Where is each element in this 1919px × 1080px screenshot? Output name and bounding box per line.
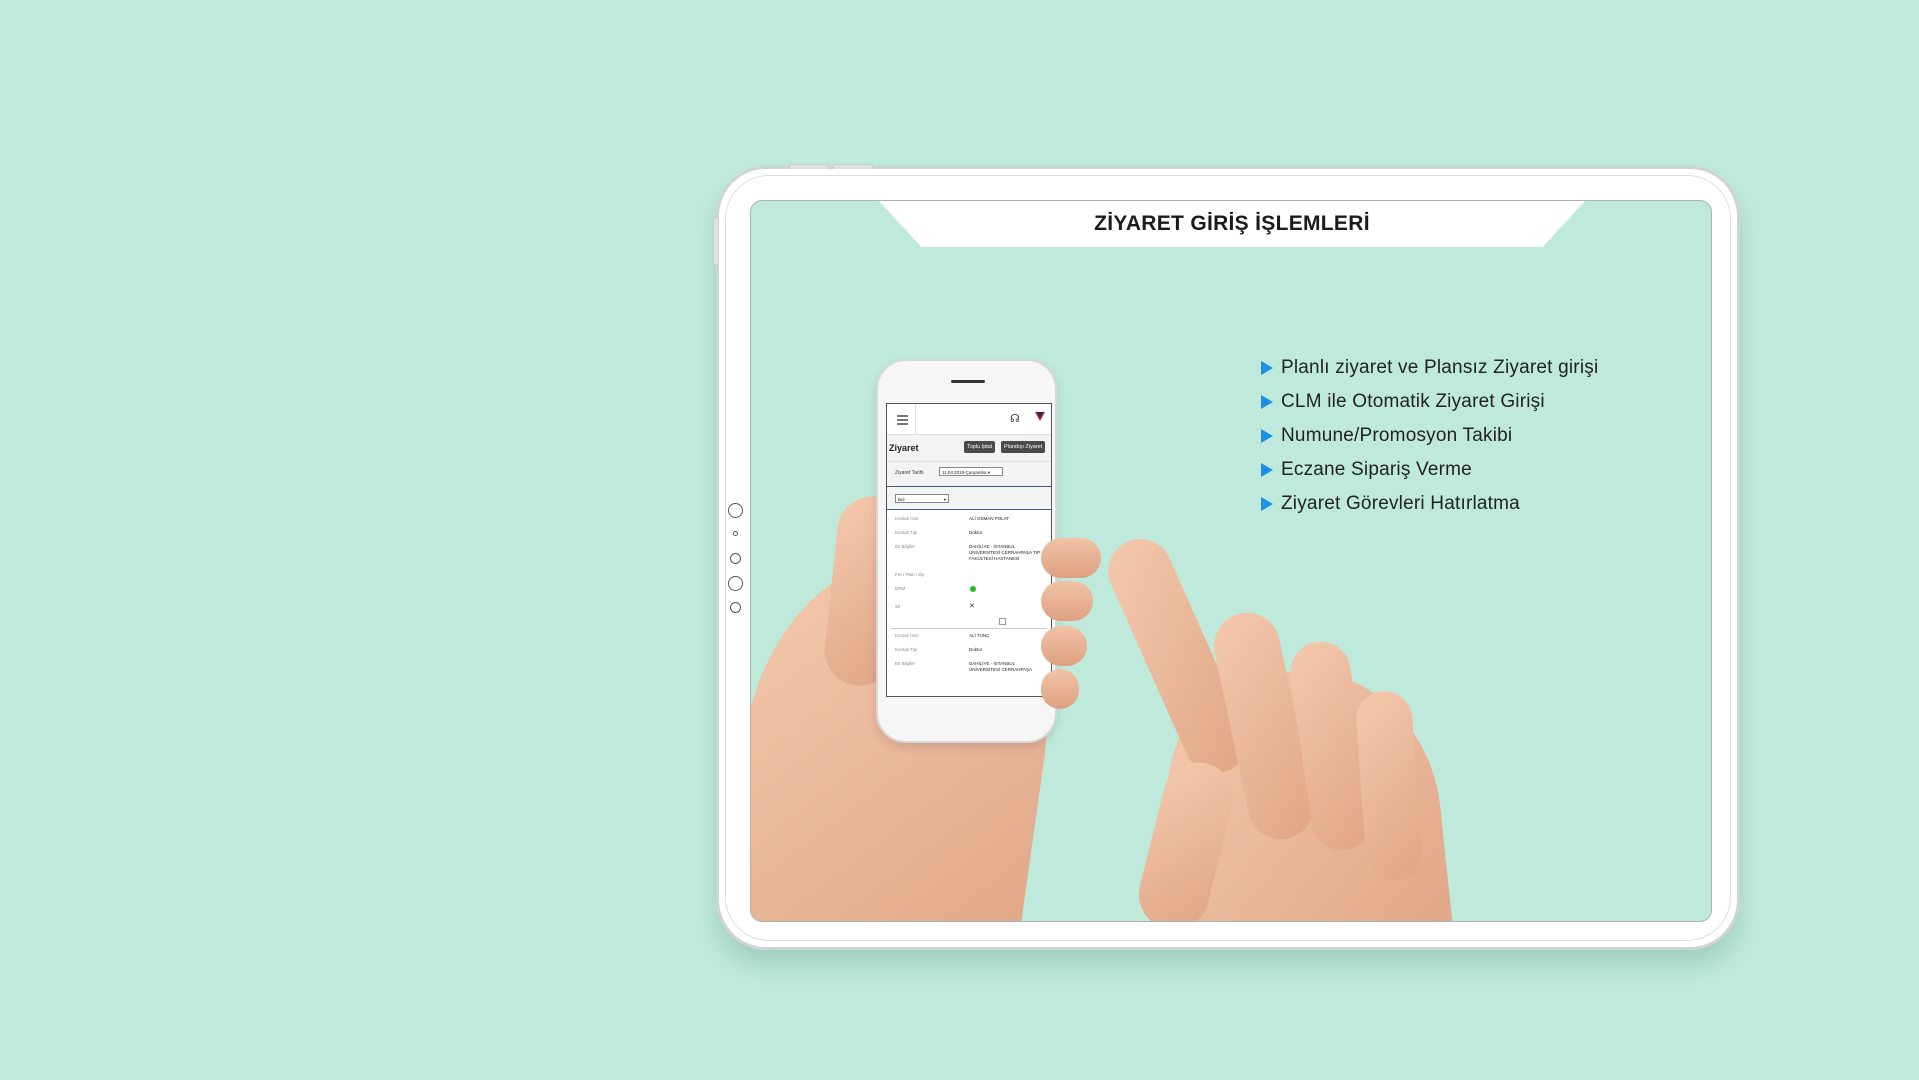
left-hand-finger-image [1041,626,1087,666]
hamburger-icon[interactable] [897,415,908,427]
title-banner: ZİYARET GİRİŞ İŞLEMLERİ [879,201,1585,247]
left-hand-finger-image [1041,538,1101,578]
list-item: Ek Bilgiler DAHİLİYE - İSTANBUL ÜNİVERSİ… [895,661,1033,672]
app-topbar: ☊ [887,404,1051,435]
play-arrow-icon [1261,497,1273,511]
visit-list: Kontak İsmi ALİ OSMAN POLAT Kontak Tipi … [887,510,1051,687]
play-arrow-icon [1261,361,1273,375]
date-select[interactable]: 11.04.2018-Çarşamba ▾ [939,467,1003,476]
feature-item: Numune/Promosyon Takibi [1261,419,1598,453]
brand-logo-inner-icon [1037,412,1043,418]
list-item: DRM [887,584,1051,602]
list-item: Ek Bilgiler DAHİLİYE - İSTANBUL ÜNİVERSİ… [895,544,1041,561]
tablet-sensor-icon [728,576,743,591]
select-checkbox[interactable] [999,618,1006,625]
list-item: Kontak İsmi ALİ TUNÇ [895,633,990,638]
date-filter-row: Ziyaret Tarihi 11.04.2018-Çarşamba ▾ [887,462,1051,487]
feature-item: Planlı ziyaret ve Plansız Ziyaret girişi [1261,351,1598,385]
app-header: Ziyaret Toplu İptal Plandışı Ziyaret [887,435,1051,462]
list-item: Fre / Plan / Ziy [895,572,925,577]
play-arrow-icon [1261,395,1273,409]
tablet-camera-icon [730,553,741,564]
phone-screen: ☊ Ziyaret Toplu İptal Plandışı Ziyaret Z… [886,403,1052,697]
unplanned-visit-button[interactable]: Plandışı Ziyaret [1001,441,1046,453]
date-label: Ziyaret Tarihi [895,470,924,476]
play-arrow-icon [1261,429,1273,443]
filter-select[interactable]: Bul ▾ [895,494,949,503]
left-hand-finger-image [1041,669,1079,709]
tablet-side-button [713,217,718,265]
tablet-screen: ZİYARET GİRİŞ İŞLEMLERİ ☊ Ziyaret Toplu … [750,200,1712,922]
tablet-sensor-icon [733,531,738,536]
play-arrow-icon [1261,463,1273,477]
feature-item: Ziyaret Görevleri Hatırlatma [1261,487,1598,521]
app-page-title: Ziyaret [889,443,919,453]
tablet-top-button [833,164,873,169]
list-item: Kontak İsmi ALİ OSMAN POLAT [895,516,1010,521]
headset-icon[interactable]: ☊ [1010,412,1020,425]
list-item: Kontak Tipi Doktor [895,647,983,652]
status-dot-icon [970,586,976,592]
feature-item: CLM ile Otomatik Ziyaret Girişi [1261,385,1598,419]
tablet-sensor-icon [730,602,741,613]
delete-icon[interactable]: ✕ [969,602,975,610]
list-item: Kontak Tipi Doktor [895,530,983,535]
right-hand-finger-image [1354,689,1424,883]
left-hand-finger-image [1041,581,1093,621]
tablet-frame: ZİYARET GİRİŞ İŞLEMLERİ ☊ Ziyaret Toplu … [713,164,1740,950]
search-filter-row: Bul ▾ [887,487,1051,510]
list-item: Sil ✕ [895,602,975,610]
phone-speaker [951,380,985,383]
feature-list: Planlı ziyaret ve Plansız Ziyaret girişi… [1261,351,1598,521]
phone-mockup: ☊ Ziyaret Toplu İptal Plandışı Ziyaret Z… [876,359,1057,743]
bulk-cancel-button[interactable]: Toplu İptal [964,441,996,453]
tablet-top-button [789,164,829,169]
tablet-sensor-icon [728,503,743,518]
list-item [887,616,1051,626]
page-title: ZİYARET GİRİŞ İŞLEMLERİ [1094,212,1370,235]
feature-item: Eczane Sipariş Verme [1261,453,1598,487]
